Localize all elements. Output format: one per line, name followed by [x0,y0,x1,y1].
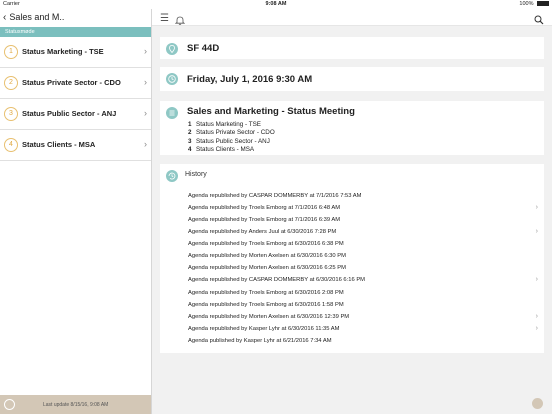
chevron-right-icon: › [144,139,147,149]
history-row: Agenda republished by CASPAR DOMMERBY at… [188,190,544,202]
section-header: Statusmøde [0,27,151,37]
agenda-number: 2 [4,76,18,90]
battery-percent: 100% [519,1,534,7]
history-row-text: Agenda republished by Troels Emborg at 7… [188,217,341,224]
history-row-text: Agenda republished by Troels Emborg at 6… [188,289,344,296]
history-row: Agenda republished by Troels Emborg at 6… [188,287,544,299]
history-row-text: Agenda republished by CASPAR DOMMERBY at… [188,277,366,284]
status-bar: Carrier 9:08 AM 100% [0,0,552,9]
agenda-list: 1 Status Marketing - TSE 2 Status Private … [188,121,275,154]
history-row-text: Agenda republished by Troels Emborg at 6… [188,241,344,248]
chevron-right-icon: › [144,108,147,118]
agenda-line: 3 Status Public Sector - ANJ [188,138,275,146]
history-row-text: Agenda republished by Troels Emborg at 7… [188,205,341,212]
agenda-line-number: 3 [188,137,192,145]
agenda-line-number: 2 [188,129,192,137]
history-row-text: Agenda republished by Morten Axelsen at … [188,253,346,260]
bell-icon[interactable] [174,12,186,25]
agenda-line-text: Status Clients - MSA [196,145,255,153]
agenda-line-text: Status Public Sector - ANJ [196,137,270,145]
history-row[interactable]: Agenda republished by Kasper Lyhr at 6/3… [188,323,544,335]
agenda-item-label: Status Private Sector - CDO [22,78,121,87]
location-icon [166,43,178,55]
agenda-line-number: 4 [188,145,192,153]
list-icon [166,107,178,119]
meeting-title: Sales and Marketing - Status Meeting [187,106,355,117]
room-card: SF 44D [160,37,544,59]
history-row-text: Agenda republished by Morten Axelsen at … [188,265,346,272]
menu-icon[interactable]: ☰ [160,13,169,24]
agenda-line-text: Status Private Sector - CDO [196,129,275,137]
history-icon [166,170,178,182]
agenda-line-number: 1 [188,121,192,128]
chevron-right-icon: › [535,276,538,284]
last-update-label: Last update 8/15/16, 9:08 AM [43,402,109,408]
sidebar: ‹ Sales and M.. Statusmøde 1 Status Marke… [0,9,152,414]
history-row-text: Agenda republished by CASPAR DOMMERBY at… [188,193,362,199]
agenda-item-label: Status Public Sector - ANJ [22,109,117,118]
back-button[interactable]: ‹ Sales and M.. [3,12,64,23]
history-row: Agenda republished by Troels Emborg at 6… [188,299,544,311]
back-label: Sales and M.. [9,12,65,22]
search-icon[interactable] [534,12,544,25]
history-card: History Agenda republished by CASPAR DOM… [160,164,544,353]
main-pane: ☰ SF 44D Friday, July 1, 2016 9:30 AM Sa… [152,9,552,414]
history-row-text: Agenda republished by Kasper Lyhr at 6/3… [188,325,340,332]
agenda-line: 1 Status Marketing - TSE [188,121,275,129]
clock-label: 9:08 AM [265,1,287,7]
agenda-line: 2 Status Private Sector - CDO [188,129,275,137]
history-title: History [185,171,207,178]
meeting-card: Sales and Marketing - Status Meeting 1 St… [160,101,544,155]
history-row-text: Agenda republished by Morten Axelsen at … [188,313,350,320]
agenda-item-label: Status Clients - MSA [22,140,96,149]
sidebar-footer: Last update 8/15/16, 9:08 AM [0,395,151,414]
history-row-text: Agenda republished by Troels Emborg at 6… [188,301,344,308]
history-row: Agenda published by Kasper Lyhr at 6/21/… [188,335,544,347]
history-row-text: Agenda republished by Anders Juul at 6/3… [188,229,337,236]
agenda-item-label: Status Marketing - TSE [22,47,104,56]
history-row[interactable]: Agenda republished by Morten Axelsen at … [188,311,544,323]
agenda-line: 4 Status Clients - MSA [188,146,275,154]
history-row: Agenda republished by Troels Emborg at 6… [188,238,544,250]
back-chevron-icon: ‹ [3,12,7,23]
sidebar-nav: ‹ Sales and M.. [0,9,151,27]
agenda-item-4[interactable]: 4 Status Clients - MSA › [0,130,151,161]
history-row: Agenda republished by Morten Axelsen at … [188,262,544,274]
agenda-item-1[interactable]: 1 Status Marketing - TSE › [0,37,151,68]
clock-icon [166,73,178,85]
agenda-item-3[interactable]: 3 Status Public Sector - ANJ › [0,99,151,130]
info-icon[interactable] [4,399,15,410]
chevron-right-icon: › [535,228,538,236]
agenda-item-2[interactable]: 2 Status Private Sector - CDO › [0,68,151,99]
chevron-right-icon: › [535,312,538,320]
history-row: Agenda republished by Morten Axelsen at … [188,250,544,262]
history-row[interactable]: Agenda republished by CASPAR DOMMERBY at… [188,274,544,286]
chevron-right-icon: › [144,77,147,87]
room-label: SF 44D [187,43,220,54]
battery-label: 100% [519,1,549,7]
history-row[interactable]: Agenda republished by Troels Emborg at 7… [188,202,544,214]
agenda-number: 4 [4,138,18,152]
history-row: Agenda republished by Troels Emborg at 7… [188,214,544,226]
date-card: Friday, July 1, 2016 9:30 AM [160,67,544,91]
history-row-text: Agenda published by Kasper Lyhr at 6/21/… [188,337,332,344]
battery-icon [537,1,549,7]
agenda-line-text: Status Marketing - TSE [196,121,261,128]
chevron-right-icon: › [144,46,147,56]
date-label: Friday, July 1, 2016 9:30 AM [187,74,313,85]
agenda-number: 3 [4,107,18,121]
chevron-right-icon: › [535,204,538,212]
history-row[interactable]: Agenda republished by Anders Juul at 6/3… [188,226,544,238]
chevron-right-icon: › [535,324,538,332]
agenda-number: 1 [4,45,18,59]
history-list: Agenda republished by CASPAR DOMMERBY at… [188,190,544,347]
toolbar: ☰ [152,9,552,26]
help-icon[interactable] [532,398,543,409]
